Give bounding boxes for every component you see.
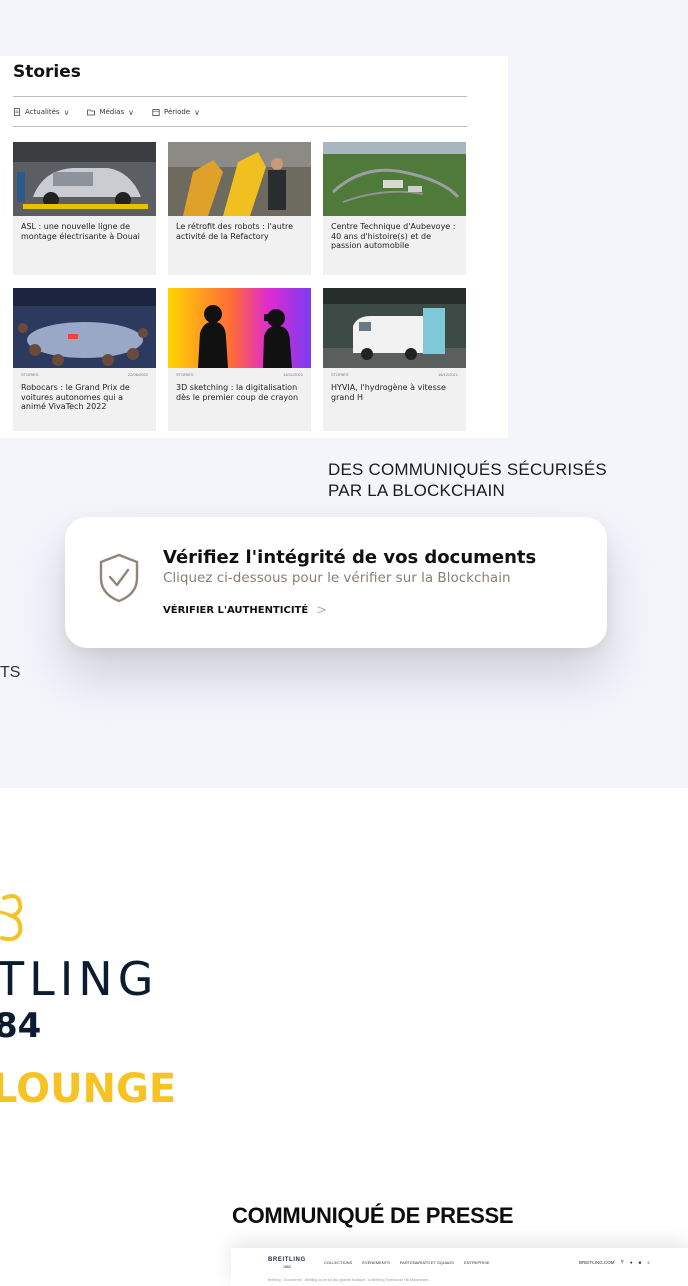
story-card[interactable]: STORIES 18/11/2021 3D sketching : la dig… bbox=[168, 288, 311, 431]
story-card[interactable]: STORIES 22/06/2022 Robocars : le Grand P… bbox=[13, 288, 156, 431]
stories-title: Stories bbox=[13, 62, 81, 82]
preview-nav: COLLECTIONS ÉVÉNEMENTS PARTENARIATS ET S… bbox=[324, 1260, 490, 1265]
preview-nav-item: PARTENARIATS ET SQUADS bbox=[399, 1260, 454, 1265]
calendar-icon bbox=[152, 109, 160, 116]
preview-nav-item: ENTREPRISE bbox=[463, 1260, 490, 1265]
story-title: Robocars : le Grand Prix de voitures aut… bbox=[21, 383, 130, 411]
story-image-hyvia-van bbox=[323, 288, 466, 368]
filter-actualites[interactable]: Actualités ∨ bbox=[13, 108, 69, 117]
cropped-text-fragment: TS bbox=[0, 664, 21, 681]
story-title: Centre Technique d'Aubevoye : 40 ans d'h… bbox=[331, 222, 456, 250]
blockchain-heading-line2: PAR LA BLOCKCHAIN bbox=[328, 481, 505, 500]
cart-icon: ■ bbox=[638, 1259, 642, 1265]
breitling-wing-logo-icon bbox=[0, 894, 23, 942]
verify-authenticity-link[interactable]: VÉRIFIER L'AUTHENTICITÉ > bbox=[163, 603, 327, 618]
chevron-down-icon: ∨ bbox=[63, 107, 70, 117]
filter-label: Période bbox=[163, 108, 191, 116]
lounge-wordmark: LOUNGE bbox=[0, 1066, 177, 1112]
story-image-assembly-line bbox=[13, 142, 156, 216]
blockchain-heading-line1: DES COMMUNIQUÉS SÉCURISÉS bbox=[328, 460, 607, 479]
preview-breadcrumb: Breitling · Documents · Breitling ouvre … bbox=[268, 1278, 431, 1282]
story-image-3d-sketching bbox=[168, 288, 311, 368]
story-card[interactable]: ASL : une nouvelle ligne de montage élec… bbox=[13, 142, 156, 275]
filter-bar: Actualités ∨ Médias ∨ Période ∨ bbox=[13, 104, 200, 120]
story-image-test-track bbox=[323, 142, 466, 216]
preview-logo-year: 1884 bbox=[283, 1265, 291, 1269]
story-title: HYVIA, l'hydrogène à vitesse grand H bbox=[331, 383, 446, 402]
search-icon: ⚲ bbox=[620, 1259, 624, 1264]
preview-logo: BREITLING bbox=[268, 1257, 306, 1263]
story-image-robocars bbox=[13, 288, 156, 368]
shield-check-icon bbox=[99, 553, 139, 603]
story-image-robots bbox=[168, 142, 311, 216]
story-title: ASL : une nouvelle ligne de montage élec… bbox=[21, 222, 140, 241]
story-date: 18/11/2021 bbox=[283, 372, 303, 377]
chevron-down-icon: ∨ bbox=[194, 107, 200, 117]
breitling-logo-year: 84 bbox=[0, 1006, 42, 1046]
story-card[interactable]: STORIES 16/12/2021 HYVIA, l'hydrogène à … bbox=[323, 288, 466, 431]
filter-divider-top bbox=[13, 96, 467, 97]
story-title: Le rétrofit des robots : l'autre activit… bbox=[176, 222, 294, 241]
story-meta: STORIES 16/12/2021 bbox=[323, 368, 466, 377]
filter-label: Actualités bbox=[25, 108, 60, 116]
user-icon: ● bbox=[629, 1259, 633, 1265]
story-meta: STORIES 22/06/2022 bbox=[13, 368, 156, 377]
press-release-preview[interactable]: BREITLING 1884 COLLECTIONS ÉVÉNEMENTS PA… bbox=[231, 1248, 688, 1286]
preview-right-nav: BREITLING.COM ⚲ ● ■ ≡ bbox=[579, 1259, 650, 1265]
preview-nav-item: ÉVÉNEMENTS bbox=[362, 1260, 390, 1265]
verify-link-label: VÉRIFIER L'AUTHENTICITÉ bbox=[163, 605, 309, 616]
story-category: STORIES bbox=[176, 372, 194, 377]
menu-icon: ≡ bbox=[647, 1259, 650, 1265]
filter-label: Médias bbox=[99, 108, 125, 116]
press-release-heading: COMMUNIQUÉ DE PRESSE bbox=[232, 1203, 514, 1228]
chevron-right-icon: > bbox=[316, 603, 328, 618]
story-card[interactable]: Le rétrofit des robots : l'autre activit… bbox=[168, 142, 311, 275]
story-card[interactable]: Centre Technique d'Aubevoye : 40 ans d'h… bbox=[323, 142, 466, 275]
story-meta: STORIES 18/11/2021 bbox=[168, 368, 311, 377]
breitling-logo-name: TLING bbox=[0, 952, 159, 1006]
blockchain-heading: DES COMMUNIQUÉS SÉCURISÉS PAR LA BLOCKCH… bbox=[328, 459, 628, 501]
filter-divider-bottom bbox=[13, 126, 467, 127]
story-date: 16/12/2021 bbox=[437, 372, 458, 377]
verify-subtitle: Cliquez ci-dessous pour le vérifier sur … bbox=[163, 570, 511, 586]
story-title: 3D sketching : la digitalisation dès le … bbox=[176, 383, 299, 402]
preview-nav-item: COLLECTIONS bbox=[324, 1260, 353, 1265]
document-icon bbox=[14, 108, 20, 116]
verify-title: Vérifiez l'intégrité de vos documents bbox=[163, 547, 537, 568]
story-date: 22/06/2022 bbox=[127, 372, 148, 377]
chevron-down-icon: ∨ bbox=[128, 107, 134, 117]
preview-site-link: BREITLING.COM bbox=[579, 1259, 615, 1265]
filter-periode[interactable]: Période ∨ bbox=[152, 108, 200, 117]
story-category: STORIES bbox=[21, 372, 39, 377]
folder-icon bbox=[87, 109, 96, 116]
story-category: STORIES bbox=[331, 372, 349, 377]
filter-medias[interactable]: Médias ∨ bbox=[87, 108, 134, 117]
